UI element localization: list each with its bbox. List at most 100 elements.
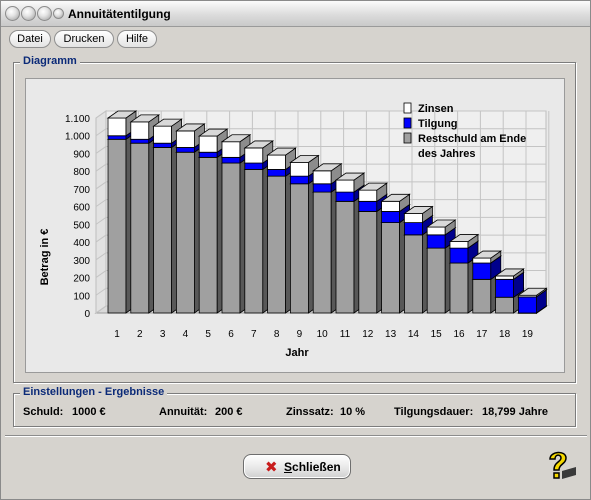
y-tick-label: 700 [73,185,90,196]
y-tick-label: 1.000 [65,132,90,143]
legend-label: Tilgung [418,118,458,130]
bar-zinsen [175,130,195,148]
close-orb-icon[interactable] [5,6,20,21]
bar-restschuld [107,138,127,314]
bar-tilgung [472,262,492,280]
bar-zinsen [449,241,469,249]
y-tick-label: 400 [73,238,90,249]
menu-hilfe[interactable]: Hilfe [117,30,157,48]
legend-label: des Jahres [418,148,475,160]
x-tick-label: 12 [362,329,374,340]
bar-restschuld [153,147,172,314]
x-tick-label: 15 [431,329,443,340]
chart-side-wall [95,110,107,314]
bar-tilgung [312,183,332,193]
bar-tilgung [517,296,537,314]
bar-tilgung [381,211,401,223]
bar-tilgung [358,200,378,212]
bar-restschuld [198,156,218,314]
legend-label: Restschuld am Ende [418,133,526,145]
bar-tilgung [221,156,241,164]
bar-tilgung [198,151,218,158]
title-bar[interactable]: Annuitätentilgung [1,1,590,27]
bar-restschuld [403,234,423,314]
x-tick-label: 6 [228,329,234,340]
x-tick-label: 9 [297,329,303,340]
bar-tilgung [495,278,515,298]
bar-zinsen [107,117,127,137]
zinssatz-value: 10 % [340,406,366,418]
x-tick-label: 19 [522,329,534,340]
schuld-label: Schuld: [23,406,64,418]
x-tick-label: 18 [499,329,511,340]
bar-restschuld [312,191,332,314]
annuity-chart: 01002003004005006007008009001.0001.1001 2… [39,102,550,359]
bar-zinsen [381,200,401,212]
x-tick-label: 10 [317,329,329,340]
y-tick-label: 600 [73,203,90,214]
bar-restschuld [381,222,401,314]
x-tick-label: 3 [160,329,166,340]
menu-datei[interactable]: Datei [9,30,51,48]
diagram-group-label: Diagramm [20,55,80,67]
bar-zinsen [221,141,241,158]
chart-panel: 0 100 200 300 400 500 600 700 800 900 1.000 1.100 1 2… [25,78,565,373]
legend-label: Zinsen [418,103,454,115]
bar-tilgung [289,175,309,185]
x-tick-label: 13 [385,329,397,340]
bar-tilgung [449,247,469,264]
tilgungsdauer-value: 18,799 Jahre [482,406,549,418]
application-window: Annuitätentilgung Datei Drucken Hilfe Di… [0,0,591,500]
bar-zinsen [289,162,309,177]
menu-drucken[interactable]: Drucken [54,30,114,48]
system-menu-orb-icon[interactable] [53,8,64,19]
y-tick-label: 500 [73,220,90,231]
settings-group-label: Einstellungen - Ergebnisse [20,386,168,398]
bar-restschuld [244,169,264,314]
bar-tilgung [335,191,355,202]
bar-restschuld [426,247,446,314]
y-tick-label: 0 [84,309,90,320]
close-accel-letter: S [284,460,293,474]
x-tick-label: 16 [453,329,465,340]
annuitaet-value: 200 € [215,406,243,418]
x-tick-label: 2 [137,329,143,340]
bar-restschuld [289,183,309,314]
close-label-rest: chließen [292,460,341,474]
annuitaet-label: Annuität: [159,406,208,418]
bar-zinsen [244,147,264,164]
bar-restschuld [130,142,150,314]
close-button-label: Schließen [284,460,341,474]
y-tick-label: 200 [73,274,90,285]
help-question-icon[interactable] [542,447,578,483]
bar-zinsen [495,275,515,280]
x-tick-label: 4 [183,329,189,340]
bar-restschuld [358,211,378,314]
bar-restschuld [175,151,195,314]
menu-bar: Datei Drucken Hilfe [3,29,588,49]
legend-swatch [403,102,412,114]
bar-tilgung [267,169,287,177]
y-tick-label: 900 [73,149,90,160]
y-tick-label: 800 [73,167,90,178]
bar-zinsen [312,170,332,185]
bar-tilgung [175,147,195,153]
bar-restschuld [449,262,469,314]
legend-swatch [403,132,412,144]
maximize-orb-icon[interactable] [37,6,52,21]
x-tick-label: 17 [476,329,488,340]
legend-swatch [403,117,412,129]
bar-restschuld [335,200,355,314]
x-tick-label: 5 [205,329,211,340]
y-axis-label: Betrag in € [39,229,51,286]
bar-tilgung [107,135,127,140]
close-button[interactable]: ✖ Schließen [243,454,351,479]
bar-tilgung [244,162,264,170]
bar-restschuld [495,296,515,314]
y-tick-label: 1.100 [65,114,90,125]
bar-zinsen [130,121,150,140]
minimize-orb-icon[interactable] [21,6,36,21]
bar-tilgung [426,234,446,249]
x-tick-label: 8 [274,329,280,340]
bar-zinsen [335,179,355,193]
